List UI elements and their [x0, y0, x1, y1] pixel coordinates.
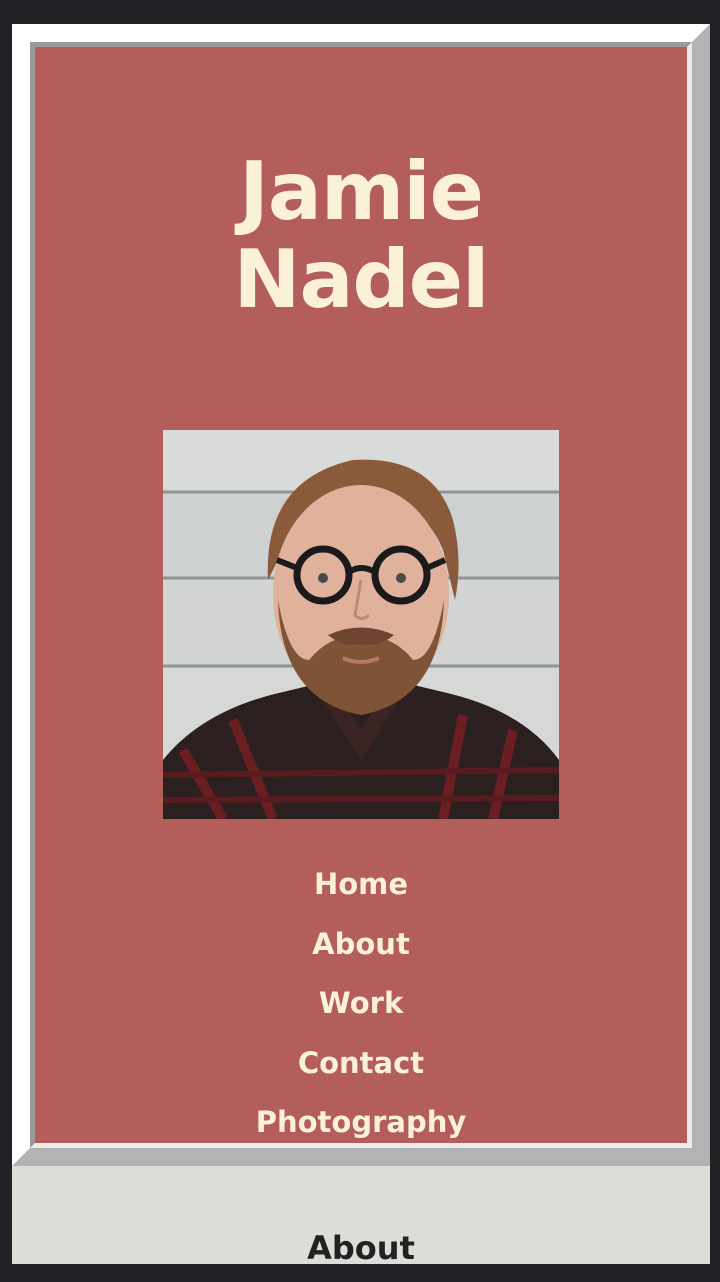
main-nav: Home About Work Contact Photography	[30, 855, 692, 1153]
site-title: Jamie Nadel	[30, 148, 692, 324]
site-title-line-1: Jamie	[239, 145, 484, 238]
nav-link-work[interactable]: Work	[319, 986, 403, 1020]
nav-link-photography[interactable]: Photography	[256, 1105, 467, 1139]
about-section: About	[12, 1166, 710, 1264]
nav-link-home[interactable]: Home	[314, 867, 408, 901]
nav-link-contact[interactable]: Contact	[298, 1046, 424, 1080]
nav-item-photography: Photography	[30, 1093, 692, 1153]
page: Jamie Nadel Home About Work Contact Phot…	[0, 0, 720, 1282]
portrait-photo	[163, 430, 559, 819]
about-heading: About	[307, 1229, 415, 1264]
site-title-line-2: Nadel	[233, 233, 490, 326]
nav-item-home: Home	[30, 855, 692, 915]
nav-item-about: About	[30, 915, 692, 975]
hero-panel: Jamie Nadel Home About Work Contact Phot…	[12, 24, 710, 1166]
nav-link-about[interactable]: About	[312, 927, 410, 961]
nav-item-work: Work	[30, 974, 692, 1034]
nav-item-contact: Contact	[30, 1034, 692, 1094]
